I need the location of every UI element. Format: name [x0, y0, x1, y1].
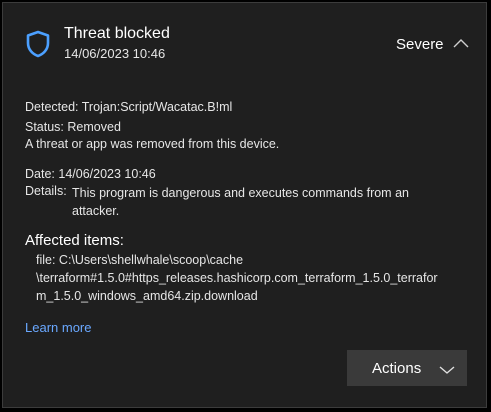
learn-more-link[interactable]: Learn more	[25, 320, 91, 335]
shield-icon	[26, 30, 50, 58]
status-value: Removed	[67, 120, 121, 134]
status-row: Status: Removed	[25, 120, 121, 134]
file-path-line: file: C:\Users\shellwhale\scoop\cache	[36, 253, 244, 267]
details-label: Details:	[25, 184, 67, 198]
chevron-down-icon	[439, 366, 455, 374]
file-path-line: m_1.5.0_windows_amd64.zip.download	[36, 289, 258, 303]
threat-description: A threat or app was removed from this de…	[25, 137, 280, 151]
notification-title: Threat blocked	[64, 25, 170, 42]
notification-timestamp: 14/06/2023 10:46	[64, 46, 166, 61]
affected-file-path: file: C:\Users\shellwhale\scoop\cache \t…	[36, 251, 476, 305]
detected-value: Trojan:Script/Wacatac.B!ml	[81, 100, 233, 114]
status-label: Status:	[25, 120, 64, 134]
date-row: Date: 14/06/2023 10:46	[25, 167, 156, 181]
date-value: 14/06/2023 10:46	[58, 167, 156, 181]
detected-label: Detected:	[25, 100, 79, 114]
actions-label: Actions	[372, 360, 422, 377]
threat-card: Threat blocked 14/06/2023 10:46 Severe D…	[2, 2, 487, 408]
file-path-line: \terraform#1.5.0#https_releases.hashicor…	[36, 271, 438, 285]
detected-row: Detected: Trojan:Script/Wacatac.B!ml	[25, 100, 232, 114]
affected-items-title: Affected items:	[25, 232, 124, 249]
details-value: This program is dangerous and executes c…	[72, 186, 409, 218]
date-label: Date:	[25, 167, 55, 181]
chevron-up-icon[interactable]	[452, 37, 470, 49]
actions-button[interactable]: Actions	[347, 350, 467, 386]
severity-label: Severe	[396, 36, 444, 53]
